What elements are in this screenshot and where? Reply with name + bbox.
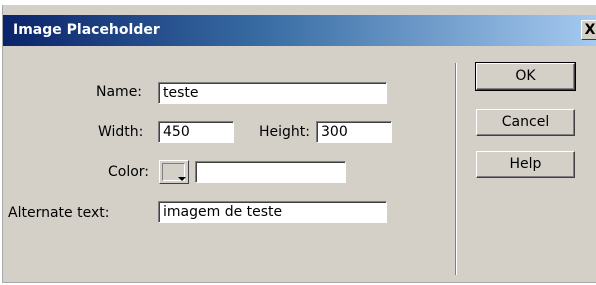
vertical-separator bbox=[455, 63, 457, 275]
alt-text-input[interactable]: imagem de teste bbox=[158, 201, 387, 223]
cancel-button[interactable]: Cancel bbox=[476, 109, 575, 136]
color-picker-button[interactable] bbox=[159, 160, 189, 184]
width-input[interactable]: 450 bbox=[158, 121, 234, 143]
color-input[interactable] bbox=[195, 161, 346, 183]
color-label: Color: bbox=[108, 164, 150, 180]
help-button[interactable]: Help bbox=[476, 151, 575, 178]
dialog-title: Image Placeholder bbox=[13, 22, 160, 38]
alt-text-label: Alternate text: bbox=[8, 205, 110, 221]
ok-button[interactable]: OK bbox=[475, 62, 576, 91]
width-label: Width: bbox=[98, 124, 144, 140]
height-label: Height: bbox=[259, 124, 310, 140]
title-bar[interactable]: Image Placeholder X bbox=[3, 15, 596, 46]
name-label: Name: bbox=[96, 84, 143, 100]
dropdown-arrow-icon bbox=[178, 177, 186, 181]
height-input[interactable]: 300 bbox=[316, 121, 392, 143]
name-input[interactable]: teste bbox=[158, 82, 387, 104]
image-placeholder-dialog: Image Placeholder X Name: teste Width: 4… bbox=[2, 5, 596, 283]
close-icon: X bbox=[584, 22, 596, 38]
close-button[interactable]: X bbox=[581, 20, 596, 40]
